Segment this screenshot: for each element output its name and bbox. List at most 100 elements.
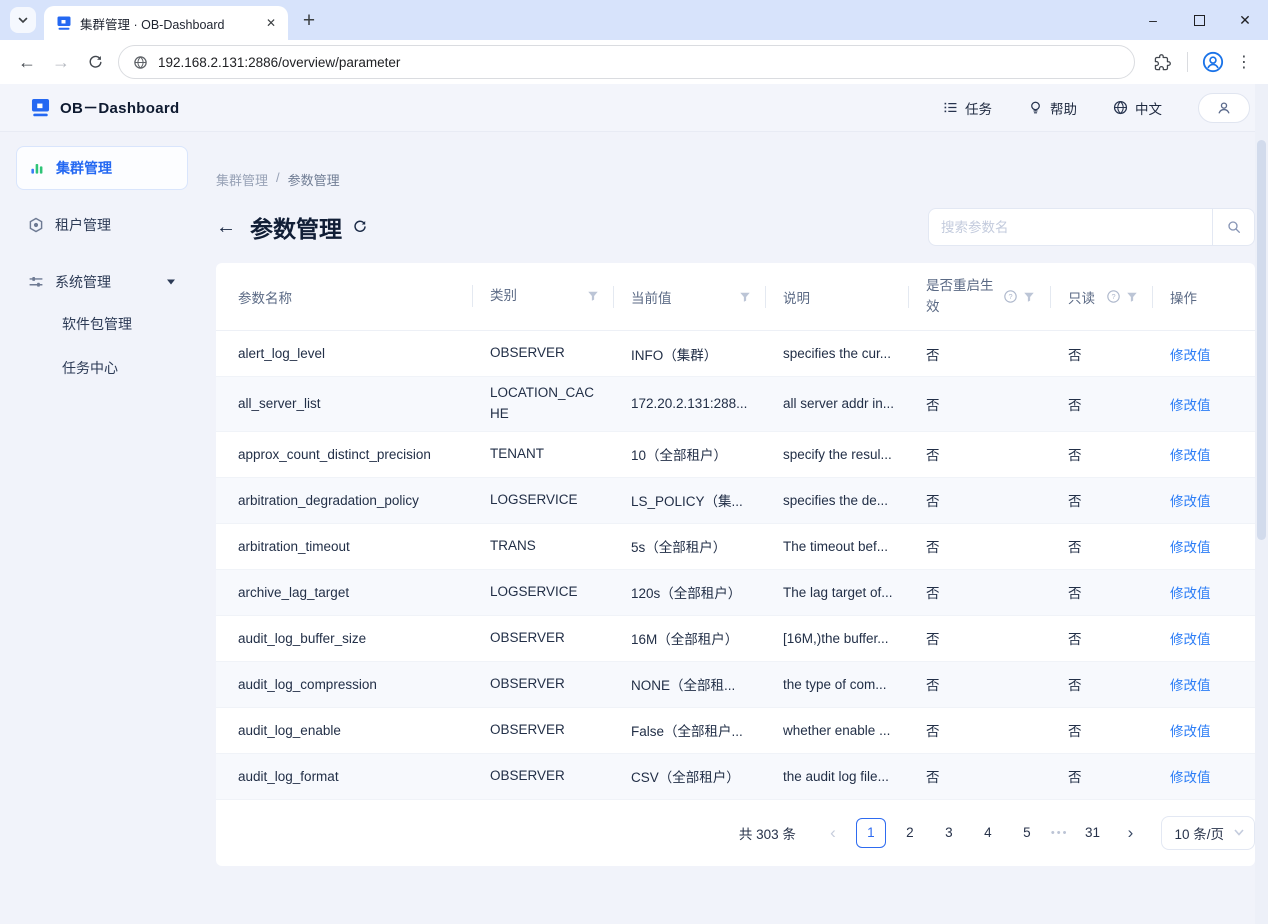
cell-description: specifies the de... xyxy=(783,492,889,508)
page-size-select[interactable]: 10 条/页 xyxy=(1161,815,1255,850)
sliders-icon xyxy=(29,277,43,287)
cell-category: TENANT xyxy=(490,445,544,461)
table-row: audit_log_buffer_size OBSERVER 16M（全部租户）… xyxy=(216,616,1255,662)
help-menu-item[interactable]: 帮助 xyxy=(1028,98,1077,118)
svg-text:?: ? xyxy=(1111,292,1115,301)
cell-category: OBSERVER xyxy=(490,721,565,737)
page-number-3[interactable]: 3 xyxy=(934,818,964,848)
modify-value-link[interactable]: 修改值 xyxy=(1170,490,1211,510)
cell-restart-effective: 否 xyxy=(926,397,940,413)
cell-current-value: NONE（全部租... xyxy=(631,678,736,694)
cell-current-value: 10（全部租户） xyxy=(631,448,728,464)
browser-menu-button[interactable]: ⋮ xyxy=(1230,52,1258,72)
cell-param-name: audit_log_format xyxy=(238,768,339,784)
app-body: 集群管理 租户管理 系统管理 软件包管理 任务中心 集群管理 / 参数管理 ← … xyxy=(0,132,1268,924)
forward-button[interactable]: → xyxy=(44,45,78,79)
browser-tab[interactable]: 集群管理 · OB-Dashboard ✕ xyxy=(44,6,288,40)
close-button[interactable]: ✕ xyxy=(1222,0,1268,40)
col-header-restart: 是否重启生效 ? xyxy=(908,268,1050,325)
filter-funnel-icon xyxy=(740,292,750,302)
col-value-label: 当前值 xyxy=(631,290,672,306)
modify-value-link[interactable]: 修改值 xyxy=(1170,628,1211,648)
help-circle-icon[interactable]: ? xyxy=(1004,290,1017,303)
page-title: 参数管理 xyxy=(250,216,342,242)
modify-value-link[interactable]: 修改值 xyxy=(1170,444,1211,464)
maximize-icon xyxy=(1193,14,1205,26)
user-avatar[interactable] xyxy=(1198,92,1250,123)
extensions-button[interactable] xyxy=(1145,45,1179,79)
task-list-icon xyxy=(944,102,957,113)
cell-current-value: 120s（全部租户） xyxy=(631,586,742,602)
refresh-button[interactable] xyxy=(352,219,368,235)
lightbulb-icon xyxy=(1031,101,1040,114)
page-number-4[interactable]: 4 xyxy=(973,818,1003,848)
tab-close-icon[interactable]: ✕ xyxy=(262,14,280,32)
tasks-menu-item[interactable]: 任务 xyxy=(943,98,992,118)
page-number-1[interactable]: 1 xyxy=(855,817,886,848)
category-filter[interactable] xyxy=(587,290,599,302)
cell-category: OBSERVER xyxy=(490,767,565,783)
maximize-button[interactable] xyxy=(1176,0,1222,40)
table-row: arbitration_degradation_policy LOGSERVIC… xyxy=(216,477,1255,524)
sidebar-item-cluster[interactable]: 集群管理 xyxy=(16,146,188,190)
prev-page-button[interactable]: ‹ xyxy=(819,819,847,847)
breadcrumb: 集群管理 / 参数管理 xyxy=(216,132,1255,189)
search-button[interactable] xyxy=(1212,209,1254,245)
modify-value-link[interactable]: 修改值 xyxy=(1170,536,1211,556)
modify-value-link[interactable]: 修改值 xyxy=(1170,766,1211,786)
url-bar[interactable]: 192.168.2.131:2886/overview/parameter xyxy=(118,45,1135,79)
next-page-button[interactable]: › xyxy=(1116,819,1144,847)
page-scrollbar[interactable] xyxy=(1255,84,1268,924)
reload-icon xyxy=(89,55,102,68)
cell-restart-effective: 否 xyxy=(926,724,940,740)
scrollbar-thumb[interactable] xyxy=(1257,140,1266,540)
sidebar-item-task-center[interactable]: 任务中心 xyxy=(16,348,188,388)
modify-value-link[interactable]: 修改值 xyxy=(1170,582,1211,602)
modify-value-link[interactable]: 修改值 xyxy=(1170,394,1211,414)
minimize-button[interactable]: – xyxy=(1130,0,1176,40)
cell-param-name: audit_log_compression xyxy=(238,676,377,692)
help-circle-icon[interactable]: ? xyxy=(1107,290,1120,303)
sidebar-item-tenant[interactable]: 租户管理 xyxy=(16,203,188,247)
page-number-5[interactable]: 5 xyxy=(1012,818,1042,848)
col-header-value: 当前值 xyxy=(613,279,765,315)
page-number-2[interactable]: 2 xyxy=(895,818,925,848)
tab-search-button[interactable] xyxy=(10,7,36,33)
new-tab-button[interactable]: + xyxy=(296,8,322,34)
back-button[interactable]: ← xyxy=(10,45,44,79)
language-label: 中文 xyxy=(1135,101,1162,117)
profile-button[interactable] xyxy=(1196,45,1230,79)
col-category-label: 类别 xyxy=(490,288,517,304)
cell-param-name: arbitration_timeout xyxy=(238,538,350,554)
search-box xyxy=(928,208,1255,246)
modify-value-link[interactable]: 修改值 xyxy=(1170,674,1211,694)
value-filter[interactable] xyxy=(739,291,751,303)
cell-category: OBSERVER xyxy=(490,345,565,361)
cell-description: specifies the cur... xyxy=(783,346,892,361)
page-size-value: 10 条/页 xyxy=(1174,826,1224,842)
reload-button[interactable] xyxy=(78,45,112,79)
parameters-card: 参数名称 类别 当前值 说明 是否重启生效 ? 只读 ? 操作 alert_lo… xyxy=(216,263,1255,866)
modify-value-link[interactable]: 修改值 xyxy=(1170,720,1211,740)
search-input[interactable] xyxy=(929,209,1212,245)
sidebar-item-system[interactable]: 系统管理 xyxy=(16,260,188,304)
filter-funnel-icon[interactable] xyxy=(1126,291,1138,303)
cell-param-name: approx_count_distinct_precision xyxy=(238,446,431,462)
app-logo: OB－Dashboard xyxy=(30,97,179,118)
page-number-31[interactable]: 31 xyxy=(1077,818,1107,848)
sidebar-cluster-label: 集群管理 xyxy=(56,160,112,176)
cell-current-value: 16M（全部租户） xyxy=(631,632,739,648)
cell-param-name: audit_log_buffer_size xyxy=(238,630,367,646)
breadcrumb-root[interactable]: 集群管理 xyxy=(216,170,268,189)
page-jump-ellipsis[interactable]: ••• xyxy=(1051,827,1069,839)
profile-avatar-icon xyxy=(1202,51,1224,73)
cell-description: specify the resul... xyxy=(783,446,892,462)
ob-dashboard-favicon xyxy=(57,16,71,30)
back-arrow-button[interactable]: ← xyxy=(216,216,236,239)
language-menu-item[interactable]: 中文 xyxy=(1113,98,1162,118)
filter-funnel-icon[interactable] xyxy=(1023,291,1035,303)
sidebar-item-packages[interactable]: 软件包管理 xyxy=(16,304,188,344)
cell-restart-effective: 否 xyxy=(926,770,940,786)
modify-value-link[interactable]: 修改值 xyxy=(1170,344,1211,364)
cell-restart-effective: 否 xyxy=(926,347,940,363)
